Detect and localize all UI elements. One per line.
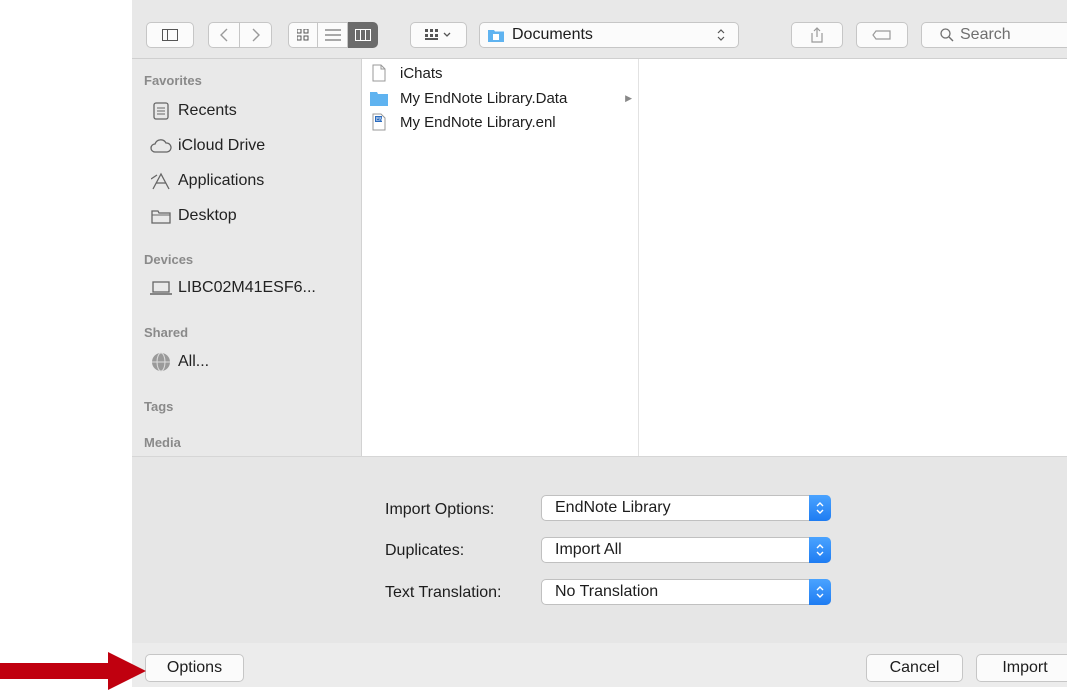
folder-icon: [370, 89, 388, 107]
folder-icon: [150, 206, 172, 226]
import-options-panel: Import Options: EndNote Library Duplicat…: [132, 456, 1067, 644]
sidebar-item-shared-all[interactable]: All...: [150, 349, 209, 375]
sidebar-item-label: LIBC02M41ESF6...: [178, 279, 316, 296]
disclosure-arrow-icon: ▶: [625, 92, 632, 103]
sidebar-item-label: All...: [178, 353, 210, 370]
updown-chevron-icon: [717, 29, 725, 41]
sidebar-item-applications[interactable]: Applications: [150, 168, 264, 194]
recents-icon: [150, 101, 172, 121]
column-view-icon: [354, 29, 371, 41]
search-placeholder: Search: [960, 26, 1011, 43]
sidebar-item-label: iCloud Drive: [178, 137, 266, 154]
chevron-right-icon: [252, 28, 260, 42]
tags-button[interactable]: [856, 22, 908, 48]
sidebar-item-icloud-drive[interactable]: iCloud Drive: [150, 133, 265, 159]
text-translation-value: No Translation: [555, 583, 659, 600]
laptop-icon: [150, 278, 172, 298]
icon-view-button[interactable]: [288, 22, 318, 48]
file-row-ichats[interactable]: iChats: [370, 62, 632, 84]
duplicates-select[interactable]: Import All: [541, 537, 831, 563]
text-translation-label: Text Translation:: [385, 584, 502, 601]
share-button[interactable]: [791, 22, 843, 48]
sidebar-icon: [162, 29, 178, 41]
options-button[interactable]: Options: [145, 654, 244, 682]
location-popup[interactable]: Documents: [479, 22, 739, 48]
updown-chevron-icon: [809, 579, 831, 605]
tag-icon: [872, 30, 891, 40]
file-name: My EndNote Library.Data: [400, 89, 568, 107]
search-icon: [940, 28, 954, 42]
devices-header: Devices: [144, 252, 194, 267]
preview-column: [639, 59, 1067, 456]
sidebar-item-device[interactable]: LIBC02M41ESF6...: [150, 275, 316, 301]
import-options-value: EndNote Library: [555, 499, 671, 516]
duplicates-value: Import All: [555, 541, 622, 558]
bottom-bar: Options Cancel Import: [132, 643, 1067, 687]
arrange-grid-icon: [424, 29, 450, 40]
sidebar-item-label: Desktop: [178, 207, 237, 224]
document-icon: [370, 64, 388, 82]
text-translation-select[interactable]: No Translation: [541, 579, 831, 605]
search-field[interactable]: Search: [921, 22, 1067, 48]
applications-icon: [150, 171, 172, 191]
import-options-select[interactable]: EndNote Library: [541, 495, 831, 521]
import-file-dialog: Documents Search Favorites Recents iClou…: [132, 0, 1067, 687]
favorites-header: Favorites: [144, 73, 202, 88]
endnote-file-icon: EN: [370, 113, 388, 131]
list-view-button[interactable]: [318, 22, 348, 48]
duplicates-label: Duplicates:: [385, 542, 465, 559]
cancel-button[interactable]: Cancel: [866, 654, 963, 682]
file-row-library-data[interactable]: My EndNote Library.Data ▶: [370, 87, 632, 109]
arrange-menu-button[interactable]: [410, 22, 467, 48]
shared-header: Shared: [144, 325, 189, 340]
annotation-arrow-icon: [0, 652, 146, 690]
icon-view-icon: [297, 29, 309, 41]
documents-folder-icon: [488, 30, 504, 42]
cloud-icon: [150, 136, 172, 156]
file-name: My EndNote Library.enl: [400, 113, 556, 131]
import-options-label: Import Options:: [385, 501, 495, 518]
back-button[interactable]: [208, 22, 240, 48]
back-forward-buttons: [208, 22, 272, 48]
sidebar-item-desktop[interactable]: Desktop: [150, 203, 237, 229]
updown-chevron-icon: [809, 495, 831, 521]
chevron-left-icon: [220, 28, 228, 42]
file-name: iChats: [400, 64, 443, 82]
network-globe-icon: [150, 352, 172, 372]
file-row-library-enl[interactable]: EN My EndNote Library.enl: [370, 111, 632, 133]
forward-button[interactable]: [240, 22, 272, 48]
location-label: Documents: [512, 26, 593, 43]
tags-header: Tags: [144, 399, 174, 414]
sidebar-item-recents[interactable]: Recents: [150, 98, 237, 124]
sidebar: Favorites Recents iCloud Drive Applicati…: [132, 59, 362, 456]
file-column: iChats My EndNote Library.Data ▶ EN My E…: [362, 59, 639, 456]
media-header: Media: [144, 435, 181, 450]
sidebar-item-label: Applications: [178, 172, 265, 189]
svg-text:EN: EN: [376, 117, 383, 123]
updown-chevron-icon: [809, 537, 831, 563]
import-button[interactable]: Import: [976, 654, 1067, 682]
sidebar-toggle-button[interactable]: [146, 22, 194, 48]
list-view-icon: [324, 29, 341, 41]
share-icon: [811, 27, 823, 43]
sidebar-item-label: Recents: [178, 102, 237, 119]
toolbar: Documents Search: [132, 0, 1067, 59]
column-view-button[interactable]: [348, 22, 378, 48]
view-mode-selector: [288, 22, 378, 48]
